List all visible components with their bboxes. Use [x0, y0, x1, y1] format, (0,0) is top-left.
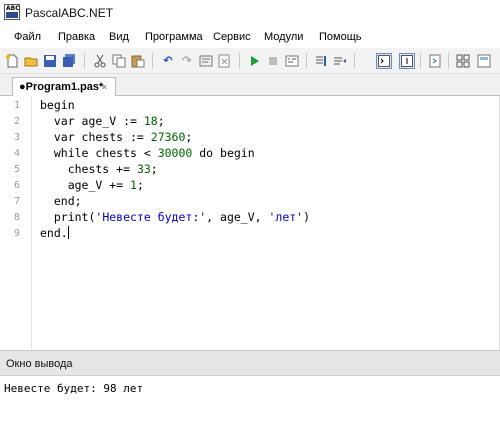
line-number: 9 [14, 228, 21, 239]
code-line: end; [40, 194, 82, 208]
output-panel-title: Окно вывода [6, 358, 73, 370]
code-token: 1 [130, 178, 137, 192]
output-panel-header: Окно вывода [0, 350, 500, 376]
code-editor[interactable]: 1 2 3 4 5 6 7 8 9 begin var age_V := 18;… [0, 96, 500, 350]
open-folder-icon[interactable] [23, 53, 39, 69]
code-token: ) [303, 210, 311, 224]
toolbar: ↶ ↷ [0, 48, 500, 74]
tab-label: ●Program1.pas* [19, 81, 104, 93]
line-number: 2 [14, 116, 21, 127]
debug-icon[interactable] [284, 53, 300, 69]
code-token: while chests < [40, 146, 158, 160]
run-icon[interactable] [246, 53, 262, 69]
code-line: while chests < 30000 do begin [40, 146, 255, 160]
menu-service[interactable]: Сервис [213, 31, 251, 43]
code-token: age_V += [40, 178, 131, 192]
paste-icon[interactable] [130, 53, 146, 69]
output-panel[interactable]: Невесте будет: 98 лет [0, 376, 500, 442]
line-number: 4 [14, 148, 21, 159]
title-bar: ABC PascalABC.NET [0, 0, 500, 26]
save-icon[interactable] [42, 53, 58, 69]
menu-help[interactable]: Помощь [319, 31, 362, 43]
grid-icon[interactable] [455, 53, 471, 69]
tab-close-icon[interactable]: × [102, 82, 107, 92]
code-line: var age_V := 18; [40, 114, 165, 128]
window-title: PascalABC.NET [25, 6, 114, 20]
menu-file[interactable]: Файл [14, 31, 41, 43]
line-number: 7 [14, 196, 21, 207]
line-number: 3 [14, 132, 21, 143]
line-number: 8 [14, 212, 21, 223]
menu-modules[interactable]: Модули [264, 31, 303, 43]
code-token: end. [40, 226, 68, 240]
line-number: 6 [14, 180, 21, 191]
code-line: print('Невесте будет:', age_V, 'лет') [40, 210, 310, 224]
replace-icon[interactable] [313, 53, 329, 69]
menu-bar: Файл Правка Вид Программа Сервис Модули … [0, 26, 500, 48]
code-token: chests += [40, 162, 137, 176]
line-number-gutter: 1 2 3 4 5 6 7 8 9 [0, 96, 32, 350]
code-line: var chests := 27360; [40, 130, 193, 144]
line-number: 5 [14, 164, 21, 175]
text-caret [67, 226, 69, 239]
code-token: ; [185, 130, 193, 144]
new-file-icon[interactable] [4, 53, 20, 69]
code-token: var chests := [40, 130, 151, 144]
code-token: end; [40, 194, 82, 208]
code-token: 30000 [157, 146, 193, 160]
code-token: ; [136, 178, 144, 192]
tab-program1[interactable]: ●Program1.pas* × [12, 77, 116, 97]
undo-icon[interactable]: ↶ [160, 53, 176, 69]
menu-edit[interactable]: Правка [58, 31, 95, 43]
redo-icon[interactable]: ↷ [179, 53, 195, 69]
code-token: do begin [192, 146, 255, 160]
copy-icon[interactable] [111, 53, 127, 69]
code-token: , age_V, [206, 210, 269, 224]
output-text: Невесте будет: 98 лет [4, 382, 144, 395]
menu-view[interactable]: Вид [109, 31, 129, 43]
line-number: 1 [14, 100, 21, 111]
code-line: age_V += 1; [40, 178, 144, 192]
code-line: chests += 33; [40, 162, 158, 176]
code-token: 18 [143, 114, 158, 128]
tab-strip: ●Program1.pas* × [0, 74, 500, 97]
code-line: end. [40, 226, 69, 240]
form-icon[interactable] [476, 53, 492, 69]
code-token: 27360 [150, 130, 186, 144]
save-all-icon[interactable] [61, 53, 77, 69]
code-token: print( [40, 210, 96, 224]
code-token: 'Невесте будет:' [95, 210, 207, 224]
menu-program[interactable]: Программа [145, 31, 203, 43]
code-token: ; [157, 114, 165, 128]
output-view-icon[interactable] [376, 53, 392, 69]
code-token: 33 [136, 162, 151, 176]
stop-icon[interactable] [265, 53, 281, 69]
code-line: begin [40, 98, 75, 112]
code-token: 'лет' [268, 210, 304, 224]
code-token: ; [150, 162, 158, 176]
module-icon[interactable] [427, 53, 443, 69]
code-token: var age_V := [40, 114, 144, 128]
compile-icon[interactable] [198, 53, 214, 69]
list-icon[interactable] [332, 53, 348, 69]
find-icon[interactable] [217, 53, 233, 69]
cut-icon[interactable] [92, 53, 108, 69]
pascal-app-icon: ABC [4, 4, 20, 20]
properties-icon[interactable] [399, 53, 415, 69]
code-token: begin [40, 98, 75, 112]
